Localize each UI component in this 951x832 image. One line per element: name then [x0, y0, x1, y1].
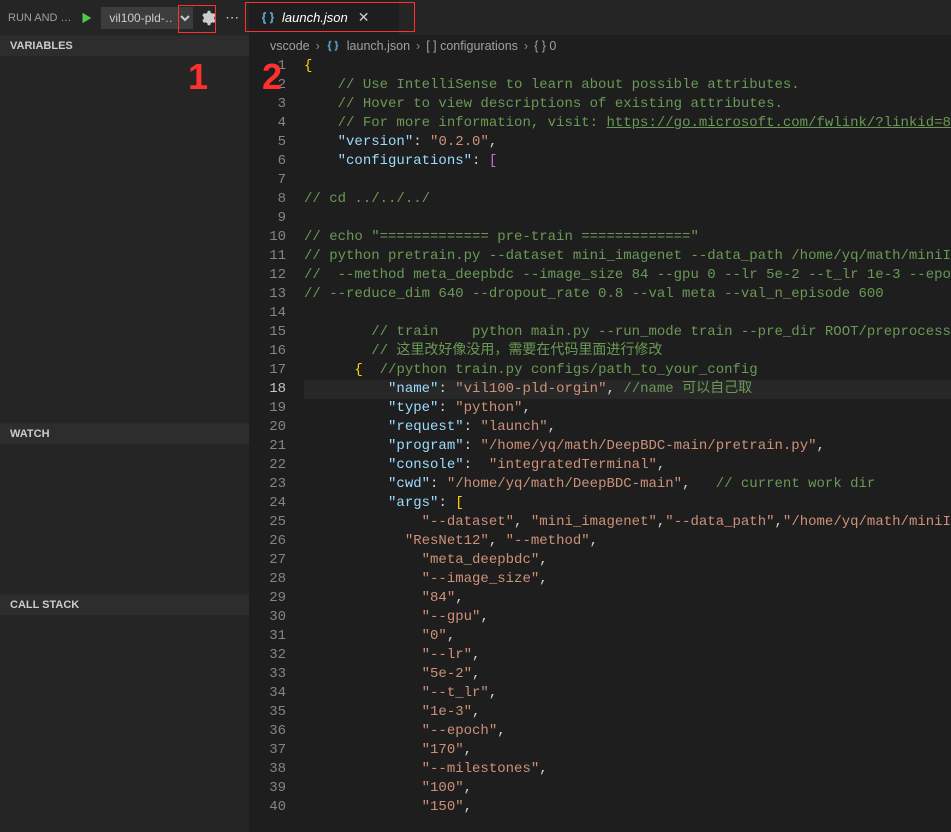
sidebar-title: RUN AND …: [8, 12, 72, 24]
more-icon[interactable]: ⋯: [223, 7, 241, 29]
json-icon: [260, 10, 276, 26]
line-number-gutter: 1234567891011121314151617181920212223242…: [250, 57, 300, 832]
start-debug-button[interactable]: [78, 7, 96, 29]
debug-config-select[interactable]: vil100-pld-…: [101, 7, 193, 29]
breadcrumb-item[interactable]: [ ] configurations: [426, 39, 518, 53]
callstack-section[interactable]: CALL STACK: [0, 594, 249, 832]
chevron-right-icon: ›: [316, 39, 320, 53]
watch-header: WATCH: [0, 424, 249, 444]
code-content[interactable]: { // Use IntelliSense to learn about pos…: [300, 57, 951, 832]
tab-bar: launch.json ✕: [250, 0, 951, 35]
json-icon: [326, 39, 341, 54]
debug-sidebar: RUN AND … vil100-pld-… ⋯ VARIABLES WATCH…: [0, 0, 250, 832]
callstack-header: CALL STACK: [0, 595, 249, 615]
tab-label: launch.json: [282, 10, 348, 25]
debug-header: RUN AND … vil100-pld-… ⋯: [0, 0, 249, 35]
tab-launch-json[interactable]: launch.json ✕: [250, 0, 400, 35]
variables-section[interactable]: VARIABLES: [0, 35, 249, 423]
variables-header: VARIABLES: [0, 36, 249, 56]
watch-section[interactable]: WATCH: [0, 423, 249, 594]
close-icon[interactable]: ✕: [358, 9, 370, 26]
editor-area: launch.json ✕ vscode › launch.json › [ ]…: [250, 0, 951, 832]
gear-icon[interactable]: [199, 7, 217, 29]
breadcrumb-item[interactable]: { } 0: [534, 39, 556, 53]
chevron-right-icon: ›: [416, 39, 420, 53]
breadcrumbs[interactable]: vscode › launch.json › [ ] configuration…: [250, 35, 951, 57]
breadcrumb-item[interactable]: vscode: [270, 39, 310, 53]
chevron-right-icon: ›: [524, 39, 528, 53]
code-editor[interactable]: 1234567891011121314151617181920212223242…: [250, 57, 951, 832]
breadcrumb-item[interactable]: launch.json: [347, 39, 410, 53]
